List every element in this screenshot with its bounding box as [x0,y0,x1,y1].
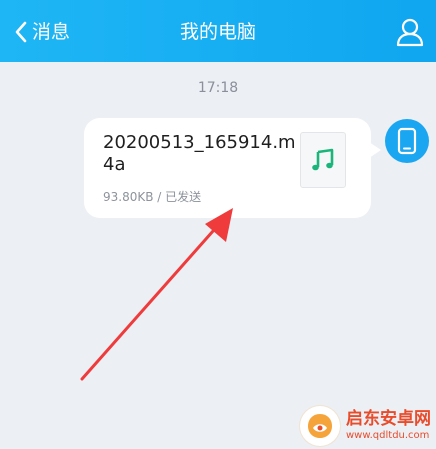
file-meta: 93.80KB / 已发送 [103,189,201,205]
send-status: 已发送 [165,190,202,204]
watermark-name: 启东安卓网 [346,408,431,429]
message-timestamp: 17:18 [197,80,239,96]
file-message-bubble[interactable]: 20200513_165914.m4a 93.80KB / 已发送 [84,118,381,218]
watermark-logo-icon [300,405,340,446]
watermark-text: 启东安卓网 www.qdltdu.com [346,409,431,443]
file-size: 93.80KB [103,190,154,204]
phone-icon [397,127,417,155]
meta-separator: / [153,190,166,204]
user-icon [396,18,424,47]
annotation-arrow-icon [80,208,233,381]
file-name: 20200513_165914.m4a [103,132,296,175]
nav-header: 消息 我的电脑 [0,0,436,62]
music-note-icon [312,148,334,171]
page-title: 我的电脑 [179,21,256,43]
watermark: 启东安卓网 www.qdltdu.com [300,402,436,449]
bubble-tail [369,142,381,158]
watermark-url: www.qdltdu.com [346,429,430,441]
file-type-thumbnail [300,132,346,188]
sender-avatar[interactable] [385,119,429,163]
profile-button[interactable] [394,16,426,48]
